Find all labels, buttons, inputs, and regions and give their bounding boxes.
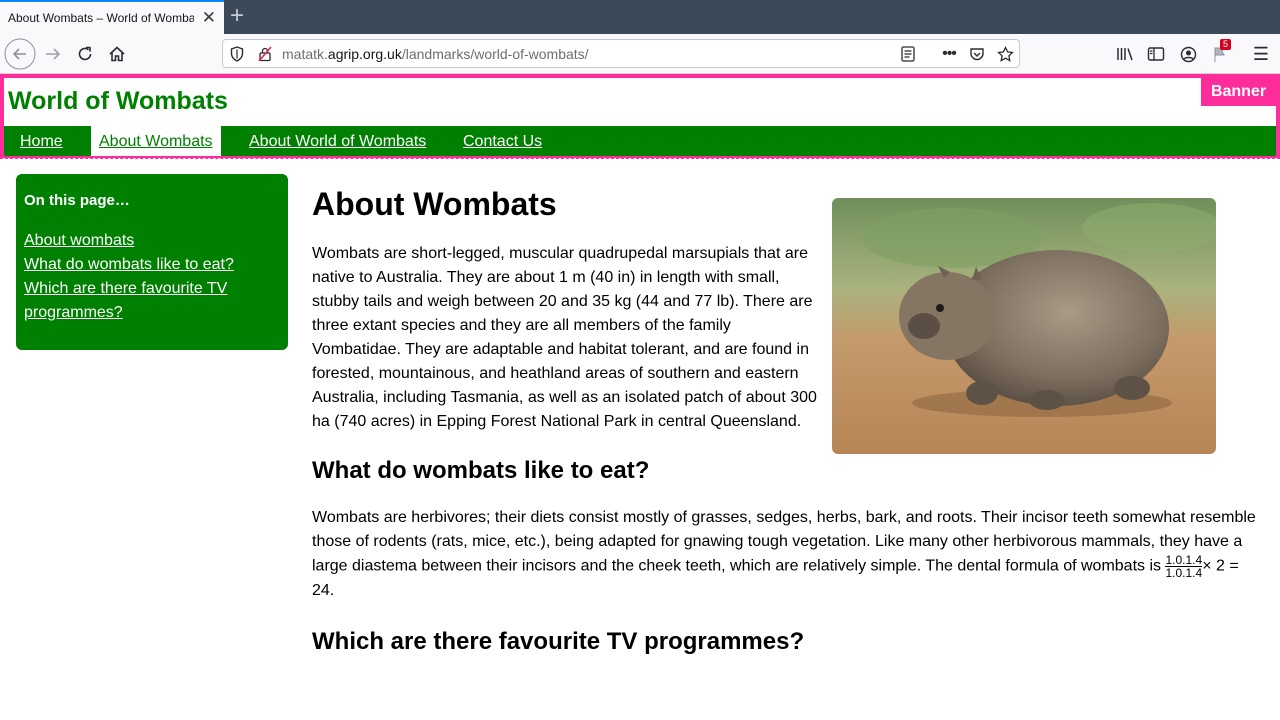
page-title: About Wombats	[312, 186, 557, 222]
nav-link-about-wombats[interactable]: About Wombats	[91, 126, 221, 156]
main-navigation: Home About Wombats About World of Wombat…	[4, 126, 1276, 156]
reload-button[interactable]	[69, 38, 101, 70]
sidebar-link-tv-programmes[interactable]: Which are there favourite TV programmes?	[24, 277, 280, 325]
hamburger-menu-icon[interactable]: ☰	[1251, 44, 1271, 64]
reload-icon	[78, 46, 92, 61]
shield-icon[interactable]	[228, 45, 246, 63]
site-title: World of Wombats	[8, 87, 228, 115]
notification-badge: 5	[1220, 39, 1232, 50]
banner-region: World of Wombats Banner Home About Womba…	[0, 74, 1280, 158]
sidebar-toggle-icon[interactable]	[1146, 44, 1166, 64]
page-actions-menu-icon[interactable]: •••	[940, 45, 958, 63]
insecure-lock-icon[interactable]	[256, 45, 274, 63]
back-arrow-icon	[4, 38, 36, 70]
wombat-photo	[832, 198, 1216, 454]
tab-title: About Wombats – World of Wombats	[8, 11, 194, 25]
sidebar-link-about-wombats[interactable]: About wombats	[24, 229, 280, 253]
forward-button[interactable]	[37, 38, 69, 70]
bookmark-star-icon[interactable]	[996, 45, 1014, 63]
navigation-toolbar: matatk.agrip.org.uk/landmarks/world-of-w…	[0, 34, 1280, 74]
nav-link-about-world-of-wombats[interactable]: About World of Wombats	[241, 126, 434, 156]
close-tab-icon[interactable]: ✕	[202, 9, 216, 26]
main-content: About Wombats Wombats are short-legged, …	[312, 184, 1262, 657]
dental-formula: 1.0.1.4 1.0.1.4	[1165, 554, 1203, 580]
home-button[interactable]	[101, 38, 133, 70]
url-text[interactable]: matatk.agrip.org.uk/landmarks/world-of-w…	[282, 46, 589, 62]
new-tab-icon[interactable]: +	[230, 3, 244, 29]
forward-arrow-icon	[46, 48, 61, 60]
back-button[interactable]	[4, 38, 36, 70]
eat-text: Wombats are herbivores; their diets cons…	[312, 509, 1256, 575]
address-bar[interactable]: matatk.agrip.org.uk/landmarks/world-of-w…	[222, 39, 1020, 68]
home-icon	[109, 46, 125, 62]
tv-heading: Which are there favourite TV programmes?	[312, 628, 805, 655]
account-icon[interactable]	[1178, 44, 1198, 64]
active-tab[interactable]: About Wombats – World of Wombats ✕	[0, 0, 224, 34]
dental-formula-denominator: 1.0.1.4	[1165, 566, 1203, 580]
banner-landmark-label: Banner	[1201, 78, 1276, 106]
nav-link-home[interactable]: Home	[12, 126, 71, 156]
sidebar-heading: On this page…	[24, 192, 130, 209]
tab-strip: About Wombats – World of Wombats ✕ +	[0, 0, 1280, 34]
web-page: World of Wombats Banner Home About Womba…	[0, 74, 1280, 720]
sidebar-link-what-do-wombats-eat[interactable]: What do wombats like to eat?	[24, 253, 280, 277]
pocket-icon[interactable]	[968, 45, 986, 63]
reader-view-icon[interactable]	[899, 45, 917, 63]
intro-paragraph: Wombats are short-legged, muscular quadr…	[312, 245, 817, 430]
nav-link-contact-us[interactable]: Contact Us	[455, 126, 550, 156]
on-this-page-sidebar: On this page… About wombats What do womb…	[16, 174, 288, 350]
banner-divider	[0, 158, 1280, 160]
eat-paragraph: Wombats are herbivores; their diets cons…	[312, 506, 1257, 603]
eat-heading: What do wombats like to eat?	[312, 457, 650, 484]
library-icon[interactable]	[1115, 44, 1135, 64]
